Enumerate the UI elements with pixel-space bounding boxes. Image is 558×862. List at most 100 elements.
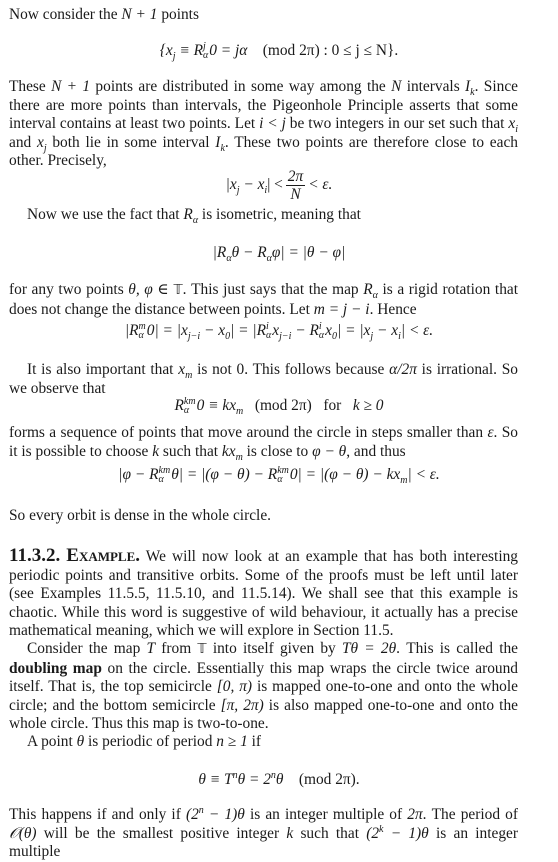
math-inline: (2 [185,806,199,823]
text-run: |x [225,176,237,194]
math-inline: R [183,206,193,223]
text-run: α [158,474,164,486]
text-run: points are distributed in some way among… [90,78,392,95]
math-inline: kx [221,442,236,460]
text-run: is isometric, meaning that [198,206,361,223]
equation-density: |φ − Rkm α θ| = |(φ − θ) − Rkm α 0| = |(φ − … [0,466,558,486]
equation-distance-bound: |xj − xi| <2π N < ε. [0,168,558,203]
text-run: , and thus [346,442,406,460]
math-inline: T [146,640,156,657]
math-inline: − 1)θ [203,806,245,823]
text-run: . This is called the [396,640,518,657]
text-run: . This just says that the map [182,281,364,298]
paragraph-pigeonhole: These N + 1 points are distributed in so… [9,78,518,171]
equation-periodic: θ ≡ Tnθ = 2nθ (mod 2π). [0,770,558,790]
paragraph-rigid-rotation: for any two points θ, φ ∈ 𝕋. This just s… [9,281,518,319]
math-script-pair: iα [318,322,325,342]
text-run: − x [239,176,265,194]
text-run: α [318,330,325,342]
math-inline: [0, π) [216,678,253,696]
equation-point-set: {xj ≡ Rjα0 = jα (mod 2π) : 0 ≤ j ≤ N}. [0,42,558,62]
text-run: {x [159,42,173,59]
text-run: such that [293,824,367,842]
text-run: 0 ≡ kx [196,397,237,414]
math-inline: |R [125,322,139,339]
text-run: (mod 2π) : 0 ≤ j ≤ N}. [262,42,399,59]
text-run: 0| = |(φ − θ) − kx [289,466,401,483]
text-run: These [9,78,52,95]
text-run: is periodic of period [84,733,217,750]
torus-symbol: 𝕋 [197,642,207,657]
text-run: α [277,474,283,486]
text-run: intervals [401,78,466,95]
text-run: for any two points [9,281,129,298]
text-run: such that [159,442,222,460]
text-run: − x [200,322,226,339]
math-script-pair: km α [183,397,196,417]
math-inline: |φ − R [118,466,159,483]
text-run: | < ε. [407,466,440,483]
section-number: 11.3.2. [9,545,61,566]
text-run: is not 0. This follows because [192,361,390,378]
math-inline: i < j [259,115,286,133]
math-subscript: m [236,406,244,418]
math-inline: α/2π [389,361,417,378]
math-inline: 2π [287,168,304,185]
paragraph-period: This happens if and only if (2n − 1)θ is… [9,805,518,862]
math-inline: |Rαθ − Rαφ| = |θ − φ| [213,244,346,264]
text-run: Now consider the [9,6,122,23]
math-inline: − 1)θ [383,824,429,842]
math-subscript: m [236,452,243,463]
paragraph-dense-orbit: So every orbit is dense in the whole cir… [9,507,271,524]
paragraph-isometric: Now we use the fact that Rα is isometric… [9,206,518,226]
text-run: x [325,322,333,339]
math-inline: N [391,78,402,95]
equation-rotation-distance: |R m α 0| = |xj−i − x0| = |R i α xj−i − Ri α x0|… [0,322,558,342]
math-inline: [π, 2π) [220,696,264,714]
text-run: φ| = |θ − φ| [271,244,346,261]
text-run: Now we use the fact that [27,206,184,223]
text-run: | < ε. [400,322,434,339]
section-title: Example. [66,545,141,566]
text-run: θ = 2 [237,771,271,788]
text-run: will be the smallest positive integer [36,824,287,842]
math-inline: (2 [366,824,380,842]
text-run: α [202,50,209,62]
math-inline: θ ≡ Tnθ = 2nθ [198,770,283,788]
math-inline: xj−i − R [272,322,319,342]
text-run: . The period of [422,806,518,823]
text-run: from [155,640,198,657]
torus-symbol: 𝕋 [173,283,183,298]
math-script-pair: jα [202,42,209,62]
text-run: α [183,405,190,417]
section-example: 11.3.2. Example. We will now look at an … [9,545,518,641]
math-script-pair: km α [277,466,289,486]
math-inline: |xj − xi [225,176,268,196]
text-run: 2π [285,168,306,186]
math-inline: 2π [407,806,423,823]
text-run: θ − R [231,244,267,261]
math-inline: 𝒪(θ) [9,824,37,842]
math-inline: x [36,133,44,151]
math-inline: 0| = |(φ − θ) − kxm| < ε. [289,466,440,486]
math-inline: R [174,397,184,414]
math-inline: N + 1 [121,6,158,23]
math-inline: 0| = |xj−i − x0| = |R [147,322,266,342]
fraction: 2π N [285,168,306,203]
text-run: α [138,330,144,342]
document-page: Now consider the N + 1 points {xj ≡ Rjα0… [0,0,558,860]
text-run: α [266,330,272,342]
math-script-pair: mα [138,322,146,342]
paragraph-periodic-point: A point θ is periodic of period n ≥ 1 if [9,733,518,752]
text-run: if [247,733,262,750]
math-inline: < ε. [308,176,333,194]
math-inline: {xj ≡ R [159,42,203,62]
math-inline: θ| = |(φ − θ) − R [171,466,278,483]
paragraph-steps: forms a sequence of points that move aro… [9,424,518,463]
text-run: − x [373,322,399,339]
text-run: . Hence [369,300,417,318]
math-inline: N + 1 [51,78,91,95]
text-run: (mod 2π). [298,771,360,788]
text-run: both lie in some interval [46,133,216,151]
text-run: − R [291,322,319,339]
